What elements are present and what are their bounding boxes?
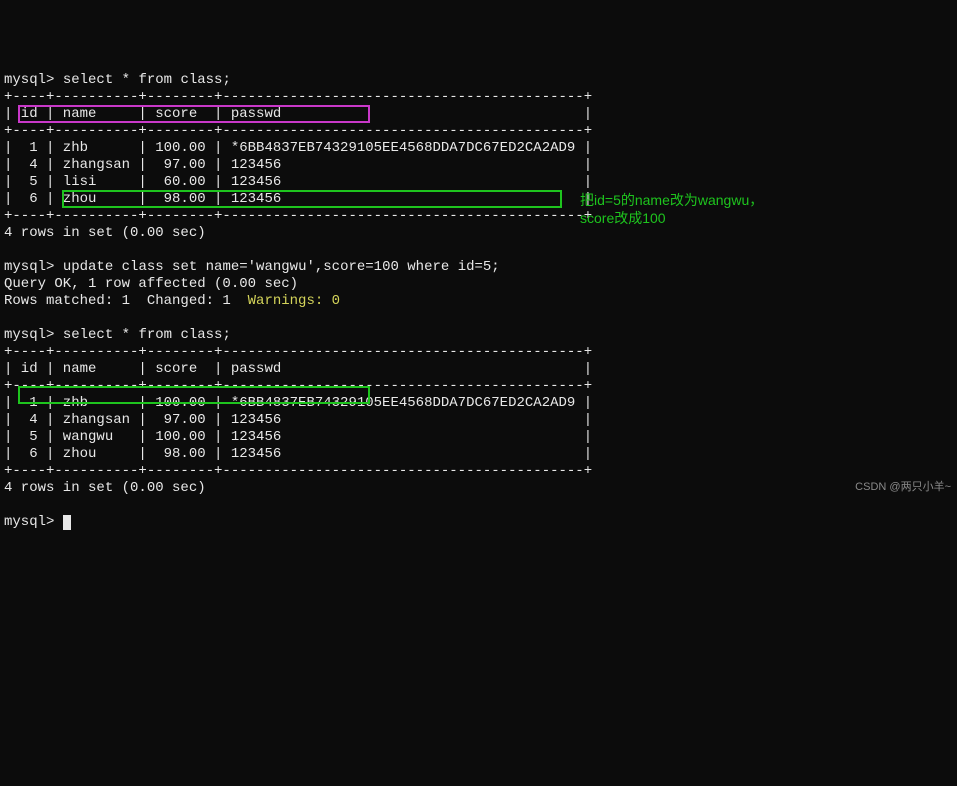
terminal-output: mysql> select * from class; +----+------… (4, 72, 957, 531)
warnings-text: Warnings: 0 (248, 293, 340, 309)
table-row: | 4 | zhangsan | 97.00 | 123456 | (4, 412, 592, 428)
query-status: Query OK, 1 row affected (0.00 sec) (4, 276, 298, 292)
table-row: | 5 | wangwu | 100.00 | 123456 | (4, 429, 592, 445)
table-row: | 1 | zhb | 100.00 | *6BB4837EB74329105E… (4, 140, 592, 156)
result-footer: 4 rows in set (0.00 sec) (4, 225, 206, 241)
table-header: | id | name | score | passwd | (4, 361, 592, 377)
query-status: Rows matched: 1 Changed: 1 (4, 293, 248, 309)
table-header: | id | name | score | passwd | (4, 106, 592, 122)
table-row: | 6 | zhou | 98.00 | 123456 | (4, 191, 592, 207)
table-separator: +----+----------+--------+--------------… (4, 344, 592, 360)
sql-command: select * from class; (63, 72, 231, 88)
table-row: | 1 | zhb | 100.00 | *6BB4837EB74329105E… (4, 395, 592, 411)
table-row: | 5 | lisi | 60.00 | 123456 | (4, 174, 592, 190)
annotation-text: 把id=5的name改为wangwu， score改成100 (580, 191, 763, 227)
mysql-prompt: mysql> (4, 514, 54, 530)
sql-command: update class set name='wangwu',score=100… (63, 259, 500, 275)
table-row: | 6 | zhou | 98.00 | 123456 | (4, 446, 592, 462)
mysql-prompt: mysql> (4, 327, 54, 343)
cursor-icon[interactable] (63, 515, 71, 530)
table-separator: +----+----------+--------+--------------… (4, 208, 592, 224)
mysql-prompt: mysql> (4, 259, 54, 275)
table-separator: +----+----------+--------+--------------… (4, 463, 592, 479)
mysql-prompt: mysql> (4, 72, 54, 88)
sql-command: select * from class; (63, 327, 231, 343)
watermark-text: CSDN @两只小羊~ (855, 479, 951, 496)
table-row: | 4 | zhangsan | 97.00 | 123456 | (4, 157, 592, 173)
table-separator: +----+----------+--------+--------------… (4, 123, 592, 139)
table-separator: +----+----------+--------+--------------… (4, 89, 592, 105)
table-separator: +----+----------+--------+--------------… (4, 378, 592, 394)
result-footer: 4 rows in set (0.00 sec) (4, 480, 206, 496)
